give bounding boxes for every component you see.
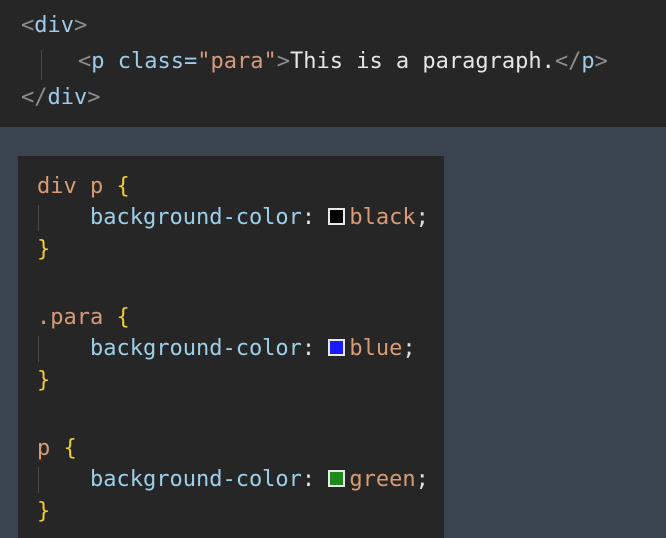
indent-guide (38, 205, 39, 231)
css-code-panel: div p { background-color: black; } .para… (18, 156, 444, 538)
css-rule-1-selector-line: div p { (37, 174, 130, 199)
css-rule-1-declaration: background-color: black; (90, 205, 429, 230)
css-rule-3-declaration: background-color: green; (90, 467, 429, 492)
indent-guide (41, 50, 42, 80)
html-code-panel: <div> <p class="para">This is a paragrap… (0, 0, 666, 127)
css-rule-3-selector-line: p { (37, 436, 77, 461)
css-rule-2-close: } (37, 368, 51, 393)
css-rule-2-declaration: background-color: blue; (90, 336, 416, 361)
css-rule-3-close: } (37, 499, 51, 524)
color-swatch-black[interactable] (328, 208, 346, 225)
color-swatch-green[interactable] (328, 470, 346, 487)
color-swatch-blue[interactable] (328, 339, 346, 356)
indent-guide (38, 467, 39, 493)
html-line-div-close: </div> (21, 85, 101, 110)
css-rule-2-selector-line: .para { (37, 305, 130, 330)
indent-guide (38, 336, 39, 362)
html-line-p-element: <p class="para">This is a paragraph.</p> (78, 49, 608, 74)
html-line-div-open: <div> (21, 13, 88, 38)
css-rule-1-close: } (37, 237, 51, 262)
